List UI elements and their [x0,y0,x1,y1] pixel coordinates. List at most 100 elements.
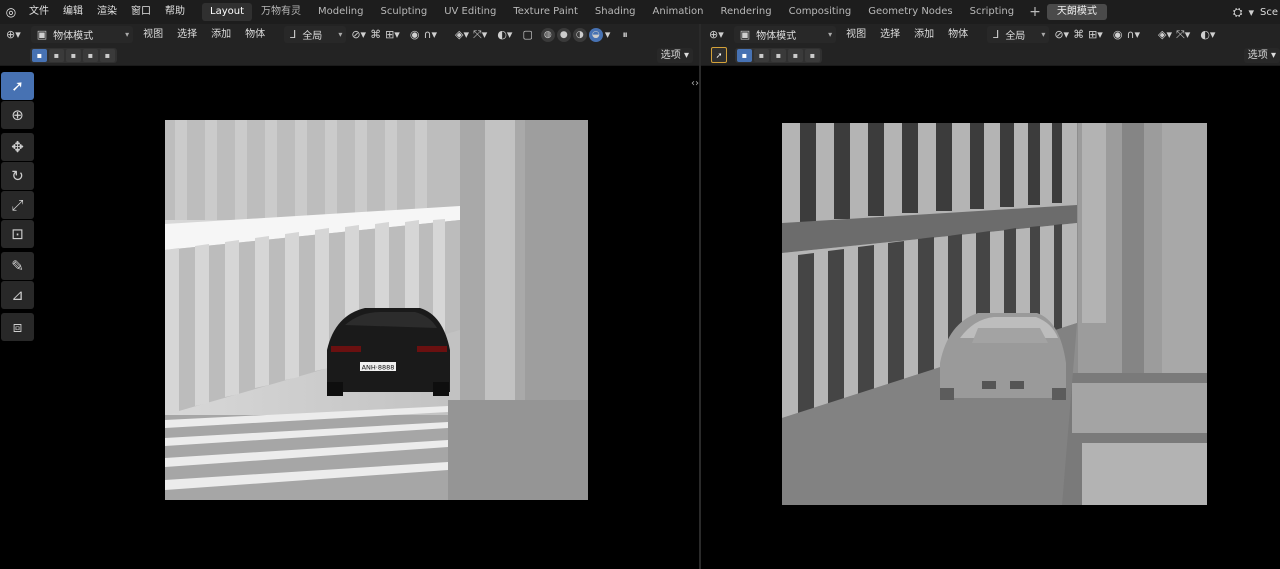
tab-compositing[interactable]: Compositing [781,3,860,21]
solid-camera-view [782,123,1207,505]
overlay-icon[interactable]: ◐▾ [1198,24,1217,45]
menu-help[interactable]: 帮助 [158,0,192,24]
orientation-dropdown[interactable]: ⅃ 全局 ▾ [987,26,1050,43]
move-tool-icon[interactable]: ✥ [1,133,34,161]
annotate-tool-icon[interactable]: ✎ [1,252,34,280]
blender-logo-icon[interactable]: ◎ [0,0,22,24]
select-extend-icon[interactable]: ▪ [754,48,769,62]
pivot-icon[interactable]: ⊘▾ [349,24,368,45]
viewport-header: ⊕▾ ▣ 物体模式 ▾ 视图 选择 添加 物体 ⅃ 全局 ▾ ⊘▾ ⌘ ⊞▾ ◉… [701,24,1280,45]
transform-tool-icon[interactable]: ⊡ [1,220,34,248]
top-bar: ◎ 文件 编辑 渲染 窗口 帮助 Layout 万物有灵 Modeling Sc… [0,0,1280,24]
select-intersect-icon[interactable]: ▪ [805,48,820,62]
pivot-icon[interactable]: ⊘▾ [1052,24,1071,45]
tab-uv-editing[interactable]: UV Editing [436,3,504,21]
menu-view[interactable]: 视图 [839,24,873,45]
object-mode-icon: ▣ [36,28,48,41]
visibility-icon[interactable]: ◈▾ [453,24,471,45]
menu-select[interactable]: 选择 [170,24,204,45]
menu-edit[interactable]: 编辑 [56,0,90,24]
selection-mode-group: ▪ ▪ ▪ ▪ ▪ [735,47,822,63]
menu-object[interactable]: 物体 [238,24,272,45]
editor-type-icon[interactable]: ⊕▾ [4,24,23,45]
snap-icon[interactable]: ⌘ [368,24,383,45]
falloff-icon[interactable]: ∩▾ [1124,24,1142,45]
select-invert-icon[interactable]: ▪ [788,48,803,62]
select-extend-icon[interactable]: ▪ [49,48,64,62]
visibility-icon[interactable]: ◈▾ [1156,24,1174,45]
transform-orientation-icon: ⅃ [993,28,1000,41]
wireframe-shading-icon[interactable]: ◍ [540,27,555,42]
options-button[interactable]: 选项 ▾ [656,48,693,63]
car-shape [940,313,1066,400]
select-subtract-icon[interactable]: ▪ [66,48,81,62]
select-tool-icon[interactable]: ➚ [1,72,34,100]
tab-scripting[interactable]: Scripting [962,3,1022,21]
select-new-icon[interactable]: ▪ [737,48,752,62]
tab-geometry-nodes[interactable]: Geometry Nodes [860,3,960,21]
select-invert-icon[interactable]: ▪ [83,48,98,62]
orientation-dropdown[interactable]: ⅃ 全局 ▾ [284,26,347,43]
solid-shading-icon[interactable]: ● [556,27,571,42]
add-cube-tool-icon[interactable]: ⧈ [1,313,34,341]
mode-dropdown[interactable]: ▣ 物体模式 ▾ [733,26,837,43]
chevron-down-icon: ▾ [1041,30,1046,39]
snap-icon[interactable]: ⌘ [1071,24,1086,45]
area-split-arrows-icon[interactable]: ‹› [691,78,699,89]
tab-sculpting[interactable]: Sculpting [373,3,436,21]
add-workspace-button[interactable]: + [1023,4,1047,20]
menu-window[interactable]: 窗口 [124,0,158,24]
menu-file[interactable]: 文件 [22,0,56,24]
tab-texture-paint[interactable]: Texture Paint [505,3,586,21]
render-scene-image: ANH·8888 [165,120,588,500]
select-subtract-icon[interactable]: ▪ [771,48,786,62]
menu-render[interactable]: 渲染 [90,0,124,24]
snap-target-icon[interactable]: ⊞▾ [1086,24,1105,45]
gizmo-icon[interactable]: ⤧▾ [471,24,489,45]
menu-add[interactable]: 添加 [204,24,238,45]
gizmo-icon[interactable]: ⤧▾ [1174,24,1192,45]
proportional-edit-icon[interactable]: ◉ [1111,24,1125,45]
snap-target-icon[interactable]: ⊞▾ [383,24,402,45]
chevron-down-icon: ▾ [828,30,833,39]
mode-dropdown[interactable]: ▣ 物体模式 ▾ [30,26,134,43]
proportional-edit-icon[interactable]: ◉ [408,24,422,45]
orientation-label: 全局 [302,31,323,42]
scene-selector[interactable]: ⛭ ▾ Sce [1233,0,1280,24]
menu-select[interactable]: 选择 [873,24,907,45]
viewport-subheader: ▪ ▪ ▪ ▪ ▪ 选项 ▾ [0,45,699,66]
rotate-tool-icon[interactable]: ↻ [1,162,34,190]
rendered-shading-icon[interactable]: ◒ [588,27,603,42]
tab-layout[interactable]: Layout [202,3,252,21]
menu-view[interactable]: 视图 [136,24,170,45]
measure-tool-icon[interactable]: ⊿ [1,281,34,309]
select-new-icon[interactable]: ▪ [32,48,47,62]
tab-wanwu[interactable]: 万物有灵 [253,3,309,21]
menu-add[interactable]: 添加 [907,24,941,45]
select-box-icon[interactable]: ➚ [711,47,727,63]
material-shading-icon[interactable]: ◑ [572,27,587,42]
pause-icon[interactable]: ⏸ [620,24,630,45]
options-label: 选项 [660,50,681,61]
menu-object[interactable]: 物体 [941,24,975,45]
cursor-tool-icon[interactable]: ⊕ [1,101,34,129]
tab-rendering[interactable]: Rendering [713,3,780,21]
tab-modeling[interactable]: Modeling [310,3,372,21]
select-intersect-icon[interactable]: ▪ [100,48,115,62]
chevron-down-icon: ▾ [338,30,343,39]
scene-label: Sce [1260,6,1278,18]
tab-special-mode[interactable]: 天朗模式 [1046,4,1107,20]
chevron-down-icon[interactable]: ▾ [603,24,613,45]
scale-tool-icon[interactable]: ⤢ [1,191,34,219]
viewport-right[interactable]: ⊕▾ ▣ 物体模式 ▾ 视图 选择 添加 物体 ⅃ 全局 ▾ ⊘▾ ⌘ ⊞▾ ◉… [701,24,1280,569]
viewport-left[interactable]: ⊕▾ ▣ 物体模式 ▾ 视图 选择 添加 物体 ⅃ 全局 ▾ ⊘▾ ⌘ ⊞▾ ◉… [0,24,699,569]
tab-animation[interactable]: Animation [645,3,712,21]
options-button[interactable]: 选项 ▾ [1243,48,1280,63]
falloff-icon[interactable]: ∩▾ [421,24,439,45]
tool-shelf: ➚ ⊕ ✥ ↻ ⤢ ⊡ ✎ ⊿ ⧈ [1,72,35,342]
xray-icon[interactable]: ▢ [520,24,534,45]
tab-shading[interactable]: Shading [587,3,644,21]
editor-type-icon[interactable]: ⊕▾ [707,24,726,45]
overlay-icon[interactable]: ◐▾ [495,24,514,45]
car-shape: ANH·8888 [327,308,450,396]
